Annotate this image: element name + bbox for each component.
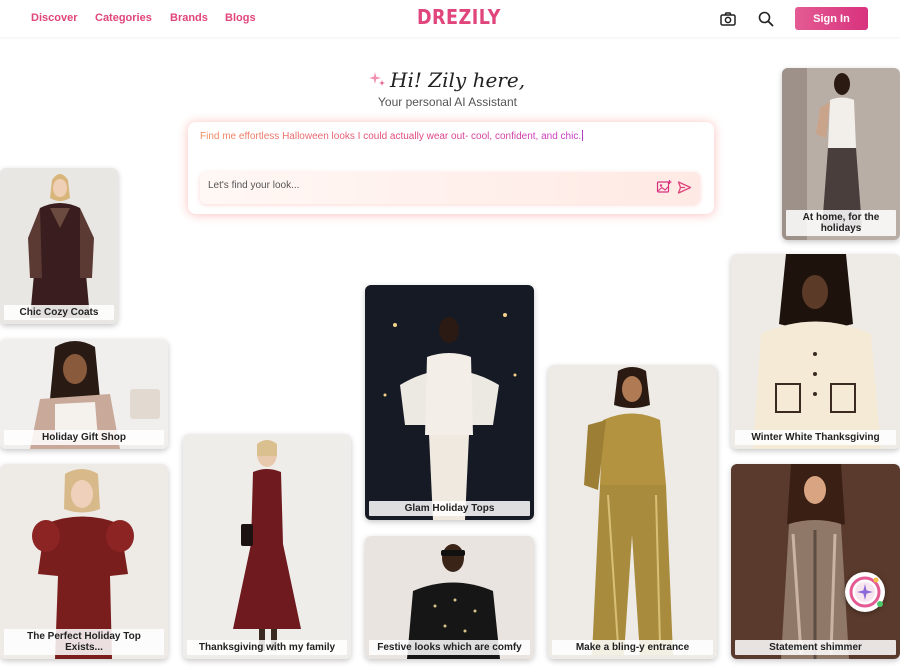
nav-blogs[interactable]: Blogs xyxy=(225,12,256,24)
search-input-row xyxy=(200,172,700,204)
card-caption: Make a bling-y entrance xyxy=(552,640,713,655)
nav-brands[interactable]: Brands xyxy=(170,12,208,24)
card-holiday-gift-shop[interactable]: Holiday Gift Shop xyxy=(0,339,168,449)
search-icon[interactable] xyxy=(756,9,776,29)
card-caption: Glam Holiday Tops xyxy=(369,501,530,516)
card-caption: The Perfect Holiday Top Exists... xyxy=(4,629,164,655)
card-festive-looks-comfy[interactable]: Festive looks which are comfy xyxy=(365,536,534,659)
card-chic-cozy-coats[interactable]: Chic Cozy Coats xyxy=(0,168,118,324)
burgundy-dress-photo xyxy=(183,434,351,659)
gold-jumpsuit-photo xyxy=(548,365,717,659)
card-caption: Chic Cozy Coats xyxy=(4,305,114,320)
card-caption: Thanksgiving with my family xyxy=(187,640,347,655)
sparkle-assistant-icon xyxy=(849,576,883,608)
card-caption: Holiday Gift Shop xyxy=(4,430,164,445)
card-at-home-holidays[interactable]: At home, for the holidays xyxy=(782,68,900,240)
card-winter-white-thanksgiving[interactable]: Winter White Thanksgiving xyxy=(731,254,900,449)
shimmer-dress-photo xyxy=(731,464,900,659)
ai-search-panel: Find me effortless Halloween looks I cou… xyxy=(188,122,714,214)
card-statement-shimmer[interactable]: Statement shimmer xyxy=(731,464,900,659)
card-caption: At home, for the holidays xyxy=(786,210,896,236)
sparkle-icon xyxy=(368,70,386,88)
ai-assistant-fab[interactable] xyxy=(845,572,885,612)
white-cardigan-photo xyxy=(731,254,900,449)
camera-icon[interactable] xyxy=(718,9,738,29)
sign-in-button[interactable]: Sign In xyxy=(795,7,868,30)
text-caret xyxy=(582,130,584,141)
glam-tops-photo xyxy=(365,285,534,520)
card-caption: Winter White Thanksgiving xyxy=(735,430,896,445)
assistant-subtitle: Your personal AI Assistant xyxy=(378,95,517,109)
card-thanksgiving-family[interactable]: Thanksgiving with my family xyxy=(183,434,351,659)
card-glam-holiday-tops[interactable]: Glam Holiday Tops xyxy=(365,285,534,520)
card-perfect-holiday-top[interactable]: The Perfect Holiday Top Exists... xyxy=(0,464,168,659)
nav-discover[interactable]: Discover xyxy=(31,12,77,24)
brand-logo[interactable]: DREZILY xyxy=(417,5,501,29)
send-icon[interactable] xyxy=(677,180,692,195)
prompt-text[interactable]: Find me effortless Halloween looks I cou… xyxy=(200,130,584,142)
card-caption: Statement shimmer xyxy=(735,640,896,655)
card-bling-entrance[interactable]: Make a bling-y entrance xyxy=(548,365,717,659)
top-navbar: Discover Categories Brands Blogs DREZILY… xyxy=(0,0,900,37)
image-upload-icon[interactable] xyxy=(656,179,672,195)
card-caption: Festive looks which are comfy xyxy=(369,640,530,655)
search-input[interactable] xyxy=(208,180,628,191)
nav-categories[interactable]: Categories xyxy=(95,12,152,24)
coat-photo xyxy=(0,168,118,324)
